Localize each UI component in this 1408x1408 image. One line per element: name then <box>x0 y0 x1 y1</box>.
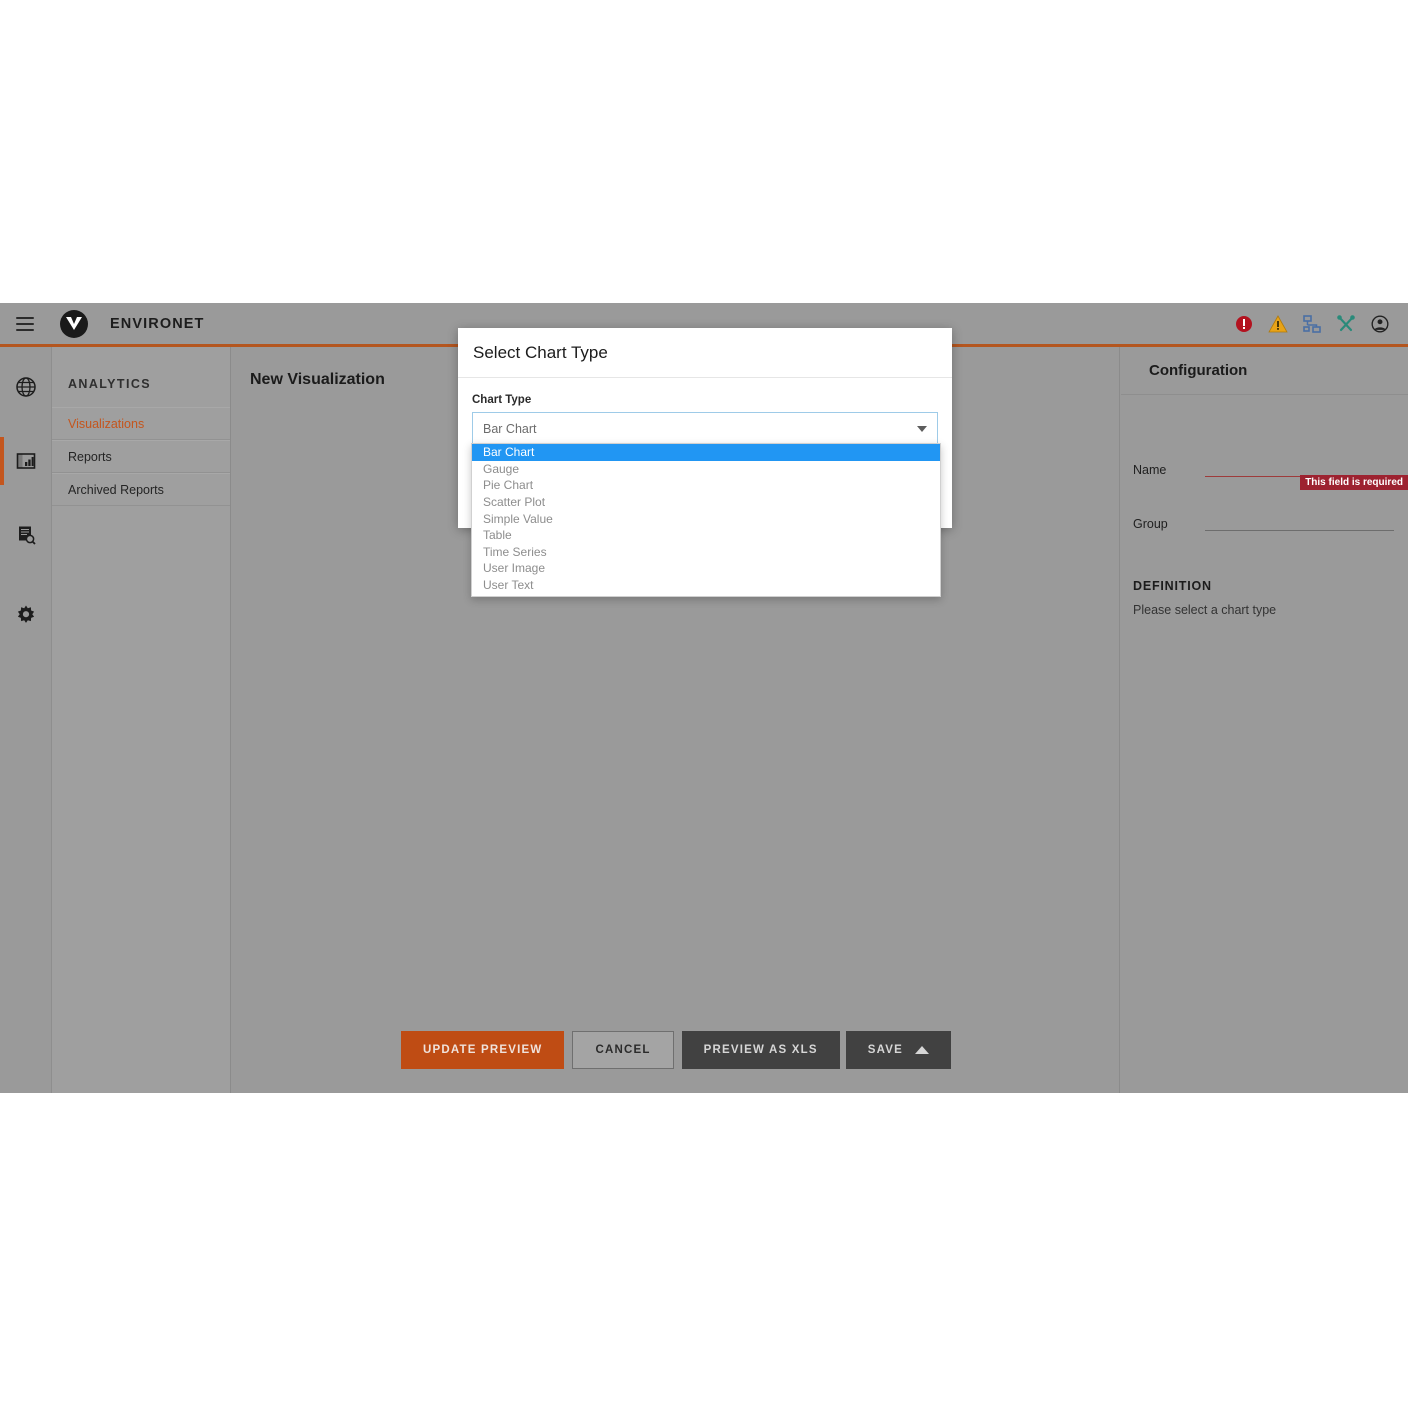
definition-title: DEFINITION <box>1133 579 1212 593</box>
chart-type-option-gauge[interactable]: Gauge <box>472 461 940 478</box>
sidebar-item-visualizations[interactable]: Visualizations <box>52 407 230 440</box>
chart-type-label: Chart Type <box>472 394 532 406</box>
chart-type-option-user-text[interactable]: User Text <box>472 577 940 594</box>
icon-rail <box>0 347 52 1093</box>
chart-type-option-user-image[interactable]: User Image <box>472 560 940 577</box>
chart-type-option-scatter-plot[interactable]: Scatter Plot <box>472 494 940 511</box>
chart-type-option-list: Bar Chart Gauge Pie Chart Scatter Plot S… <box>472 444 940 596</box>
vertiv-logo-icon <box>60 309 88 338</box>
action-bar: UPDATE PREVIEW CANCEL PREVIEW AS XLS SAV… <box>232 1031 1120 1069</box>
bar-chart-report-icon <box>16 453 36 469</box>
chart-type-option-simple-value[interactable]: Simple Value <box>472 510 940 527</box>
update-preview-button[interactable]: UPDATE PREVIEW <box>401 1031 565 1069</box>
brand-name: ENVIRONET <box>110 315 205 332</box>
chart-type-option-pie-chart[interactable]: Pie Chart <box>472 477 940 494</box>
name-label: Name <box>1133 463 1167 477</box>
preview-as-xls-button[interactable]: PREVIEW AS XLS <box>681 1031 840 1069</box>
sidebar-item-label: Reports <box>68 449 112 464</box>
chart-type-value: Bar Chart <box>483 421 537 436</box>
user-account-icon[interactable] <box>1370 314 1390 334</box>
chart-type-option-bar-chart[interactable]: Bar Chart <box>472 444 940 461</box>
name-field-row: Name This field is required <box>1121 427 1408 490</box>
sidebar-title: ANALYTICS <box>68 377 151 391</box>
configuration-header: Configuration <box>1121 347 1408 395</box>
chart-type-option-table[interactable]: Table <box>472 527 940 544</box>
sidebar-item-archived-reports[interactable]: Archived Reports <box>52 473 230 506</box>
sidebar-item-label: Visualizations <box>68 416 145 431</box>
rail-item-settings[interactable] <box>0 589 52 641</box>
globe-icon <box>16 377 36 397</box>
group-label: Group <box>1133 517 1168 531</box>
tools-icon[interactable] <box>1336 314 1356 334</box>
alarm-warning-icon[interactable] <box>1268 314 1288 334</box>
save-button-label: SAVE <box>867 1044 903 1056</box>
group-input[interactable] <box>1205 530 1394 531</box>
definition-text: Please select a chart type <box>1133 603 1277 617</box>
analytics-sidebar: ANALYTICS Visualizations Reports Archive… <box>52 347 231 1093</box>
document-search-icon <box>19 526 36 545</box>
hamburger-icon[interactable] <box>16 316 34 331</box>
rail-item-documents[interactable] <box>0 509 52 561</box>
caret-up-icon <box>915 1046 929 1054</box>
cancel-button[interactable]: CANCEL <box>572 1031 674 1069</box>
alarm-critical-icon[interactable] <box>1234 314 1254 334</box>
save-button[interactable]: SAVE <box>845 1031 951 1069</box>
chart-type-dropdown[interactable]: Bar Chart Gauge Pie Chart Scatter Plot S… <box>471 443 941 598</box>
rail-item-global[interactable] <box>0 361 52 413</box>
sidebar-item-reports[interactable]: Reports <box>52 440 230 473</box>
gear-icon <box>17 605 35 623</box>
rail-item-analytics[interactable] <box>0 435 52 487</box>
topbar-icon-group <box>1234 314 1390 334</box>
sitemap-icon[interactable] <box>1302 314 1322 334</box>
group-field-row: Group <box>1121 481 1408 535</box>
dialog-body: Chart Type Bar Chart <box>458 378 952 445</box>
chevron-down-icon <box>917 425 927 432</box>
configuration-panel: Configuration Name This field is require… <box>1121 347 1408 1093</box>
chart-type-select[interactable]: Bar Chart <box>472 412 938 445</box>
application-window: ENVIRONET ANALYTICS Visualizations Repor… <box>0 303 1408 1093</box>
chart-type-option-time-series[interactable]: Time Series <box>472 544 940 561</box>
dialog-title: Select Chart Type <box>458 328 952 378</box>
sidebar-item-label: Archived Reports <box>68 482 164 497</box>
